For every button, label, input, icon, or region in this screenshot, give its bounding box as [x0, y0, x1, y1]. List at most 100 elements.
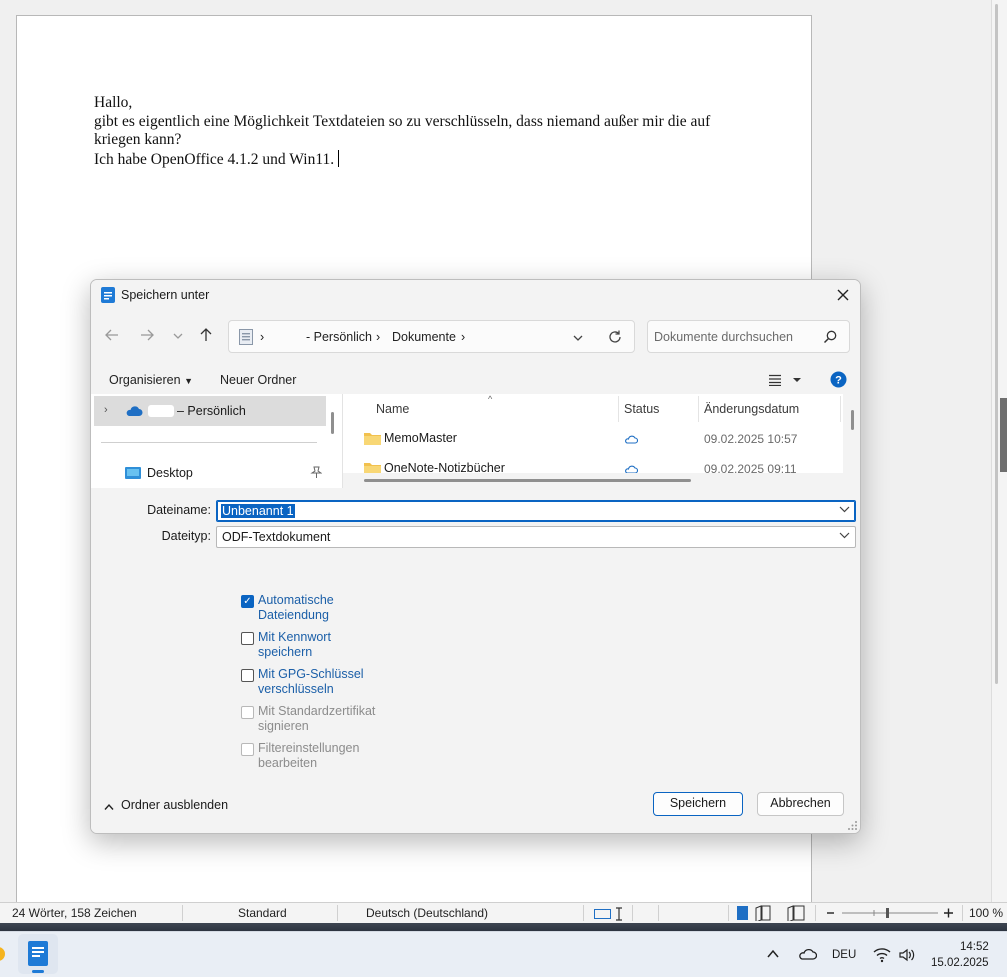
hide-folders-toggle[interactable]: Ordner ausblenden [104, 798, 228, 814]
sign-certificate-label: Mit Standardzertifikat signieren [258, 704, 376, 733]
divider [618, 396, 619, 422]
word-count[interactable]: 24 Wörter, 158 Zeichen [12, 906, 137, 920]
up-button[interactable] [195, 327, 217, 349]
divider [962, 905, 963, 921]
chevron-right-icon[interactable]: › [104, 404, 108, 416]
filetype-select[interactable]: ODF-Textdokument [216, 526, 856, 548]
selection-mode-icon[interactable] [594, 907, 626, 924]
help-button[interactable]: ? [830, 371, 847, 391]
scrollbar-thumb[interactable] [364, 479, 691, 482]
breadcrumb-separator[interactable]: › [260, 330, 264, 344]
sidebar-handle[interactable] [1000, 398, 1007, 472]
file-list[interactable]: ^ Name Status Änderungsdatum MemoMaster … [343, 394, 860, 488]
arrow-right-icon [141, 329, 154, 341]
filetype-value: ODF-Textdokument [222, 530, 331, 544]
zoom-slider[interactable] [824, 904, 958, 925]
chevron-down-icon[interactable] [839, 504, 850, 516]
cancel-button[interactable]: Abbrechen [757, 792, 844, 816]
column-header-modified[interactable]: Änderungsdatum [704, 402, 799, 416]
folder-icon [364, 461, 381, 473]
close-button[interactable] [832, 284, 854, 306]
horizontal-scrollbar[interactable] [343, 473, 843, 488]
divider [658, 905, 659, 921]
refresh-button[interactable] [607, 329, 623, 348]
command-bar: Organisieren ▼ Neuer Ordner ? [91, 366, 860, 394]
svg-text:?: ? [835, 375, 842, 387]
column-header-status[interactable]: Status [624, 402, 659, 416]
chevron-up-icon[interactable] [766, 948, 780, 963]
breadcrumb-onedrive[interactable]: - Persönlich [306, 330, 372, 344]
sort-ascending-icon: ^ [488, 394, 493, 404]
cloud-status-icon [624, 433, 639, 447]
volume-icon[interactable] [898, 947, 916, 966]
organize-menu[interactable]: Organisieren ▼ [109, 373, 193, 387]
search-input[interactable] [654, 328, 814, 346]
location-icon [239, 329, 253, 348]
auto-extension-label[interactable]: Automatische Dateiendung [258, 593, 388, 623]
list-item[interactable]: OneNote-Notizbücher 09.02.2025 09:11 [343, 456, 843, 473]
divider [583, 905, 584, 921]
language-status[interactable]: Deutsch (Deutschland) [366, 906, 488, 920]
filter-settings-label: Filtereinstellungen bearbeiten [258, 741, 360, 770]
page-style[interactable]: Standard [238, 906, 287, 920]
clock-time[interactable]: 14:52 [960, 941, 989, 953]
app-icon-partial[interactable] [0, 945, 6, 966]
divider [182, 905, 183, 921]
recent-locations-button[interactable] [167, 327, 189, 349]
doc-line-3: Ich habe OpenOffice 4.1.2 und Win11. [94, 149, 754, 170]
writer-taskbar-button[interactable] [18, 934, 58, 974]
hide-folders-label: Ordner ausblenden [121, 798, 229, 812]
pin-icon[interactable] [310, 466, 323, 481]
filetype-label: Dateityp: [161, 529, 211, 543]
view-layout-icons[interactable] [736, 905, 812, 924]
password-label[interactable]: Mit Kennwort speichern [258, 630, 388, 660]
cloud-icon [125, 405, 143, 420]
breadcrumb-separator[interactable]: › [376, 330, 380, 344]
forward-button[interactable] [136, 327, 158, 349]
search-icon[interactable] [823, 330, 837, 347]
breadcrumb-documents[interactable]: Dokumente [392, 330, 456, 344]
address-dropdown-button[interactable] [572, 332, 584, 346]
save-button[interactable]: Speichern [653, 792, 743, 816]
clock-date[interactable]: 15.02.2025 [931, 957, 989, 969]
address-bar[interactable]: › - Persönlich › Dokumente › [228, 320, 635, 353]
dialog-title: Speichern unter [121, 288, 210, 302]
list-item[interactable]: MemoMaster 09.02.2025 10:57 [343, 426, 843, 452]
scrollbar-thumb[interactable] [851, 410, 854, 430]
search-box[interactable] [647, 320, 850, 353]
dialog-titlebar[interactable]: Speichern unter [91, 280, 860, 310]
password-checkbox[interactable] [241, 632, 254, 645]
document-text[interactable]: Hallo, gibt es eigentlich eine Möglichke… [94, 94, 754, 169]
resize-grip-icon[interactable] [848, 820, 858, 833]
divider [815, 905, 816, 921]
onedrive-icon[interactable] [797, 947, 818, 964]
chevron-down-icon [173, 333, 183, 339]
file-browser: › – Persönlich Desktop ^ Name Status Änd… [91, 394, 860, 488]
vertical-scrollbar[interactable] [843, 394, 860, 488]
divider [698, 396, 699, 422]
gpg-key-label[interactable]: Mit GPG-Schlüssel verschlüsseln [258, 667, 388, 697]
new-folder-button[interactable]: Neuer Ordner [220, 373, 296, 387]
wifi-icon[interactable] [873, 947, 891, 966]
chevron-down-icon[interactable] [839, 530, 850, 542]
nav-item-desktop[interactable]: Desktop [94, 460, 326, 484]
chevron-up-icon [104, 803, 114, 810]
auto-extension-checkbox[interactable]: ✓ [241, 595, 254, 608]
nav-item-onedrive[interactable]: › – Persönlich [94, 396, 326, 426]
input-language[interactable]: DEU [832, 949, 856, 961]
navpane-scrollbar[interactable] [331, 412, 334, 434]
gpg-key-checkbox[interactable] [241, 669, 254, 682]
column-header-name[interactable]: Name [376, 402, 409, 416]
text-cursor [338, 149, 340, 167]
scrollbar-thumb[interactable] [995, 4, 998, 684]
doc-line-1: Hallo, [94, 94, 133, 111]
chevron-down-icon [573, 335, 583, 341]
navigation-pane[interactable]: › – Persönlich Desktop [91, 394, 343, 488]
redacted-username [148, 405, 174, 417]
doc-line-2: gibt es eigentlich eine Möglichkeit Text… [94, 112, 711, 149]
zoom-level[interactable]: 100 % [969, 906, 1003, 920]
filename-input[interactable]: Unbenannt 1 [216, 500, 856, 522]
breadcrumb-separator[interactable]: › [461, 330, 465, 344]
back-button[interactable] [101, 327, 123, 349]
view-options-button[interactable] [768, 374, 802, 389]
